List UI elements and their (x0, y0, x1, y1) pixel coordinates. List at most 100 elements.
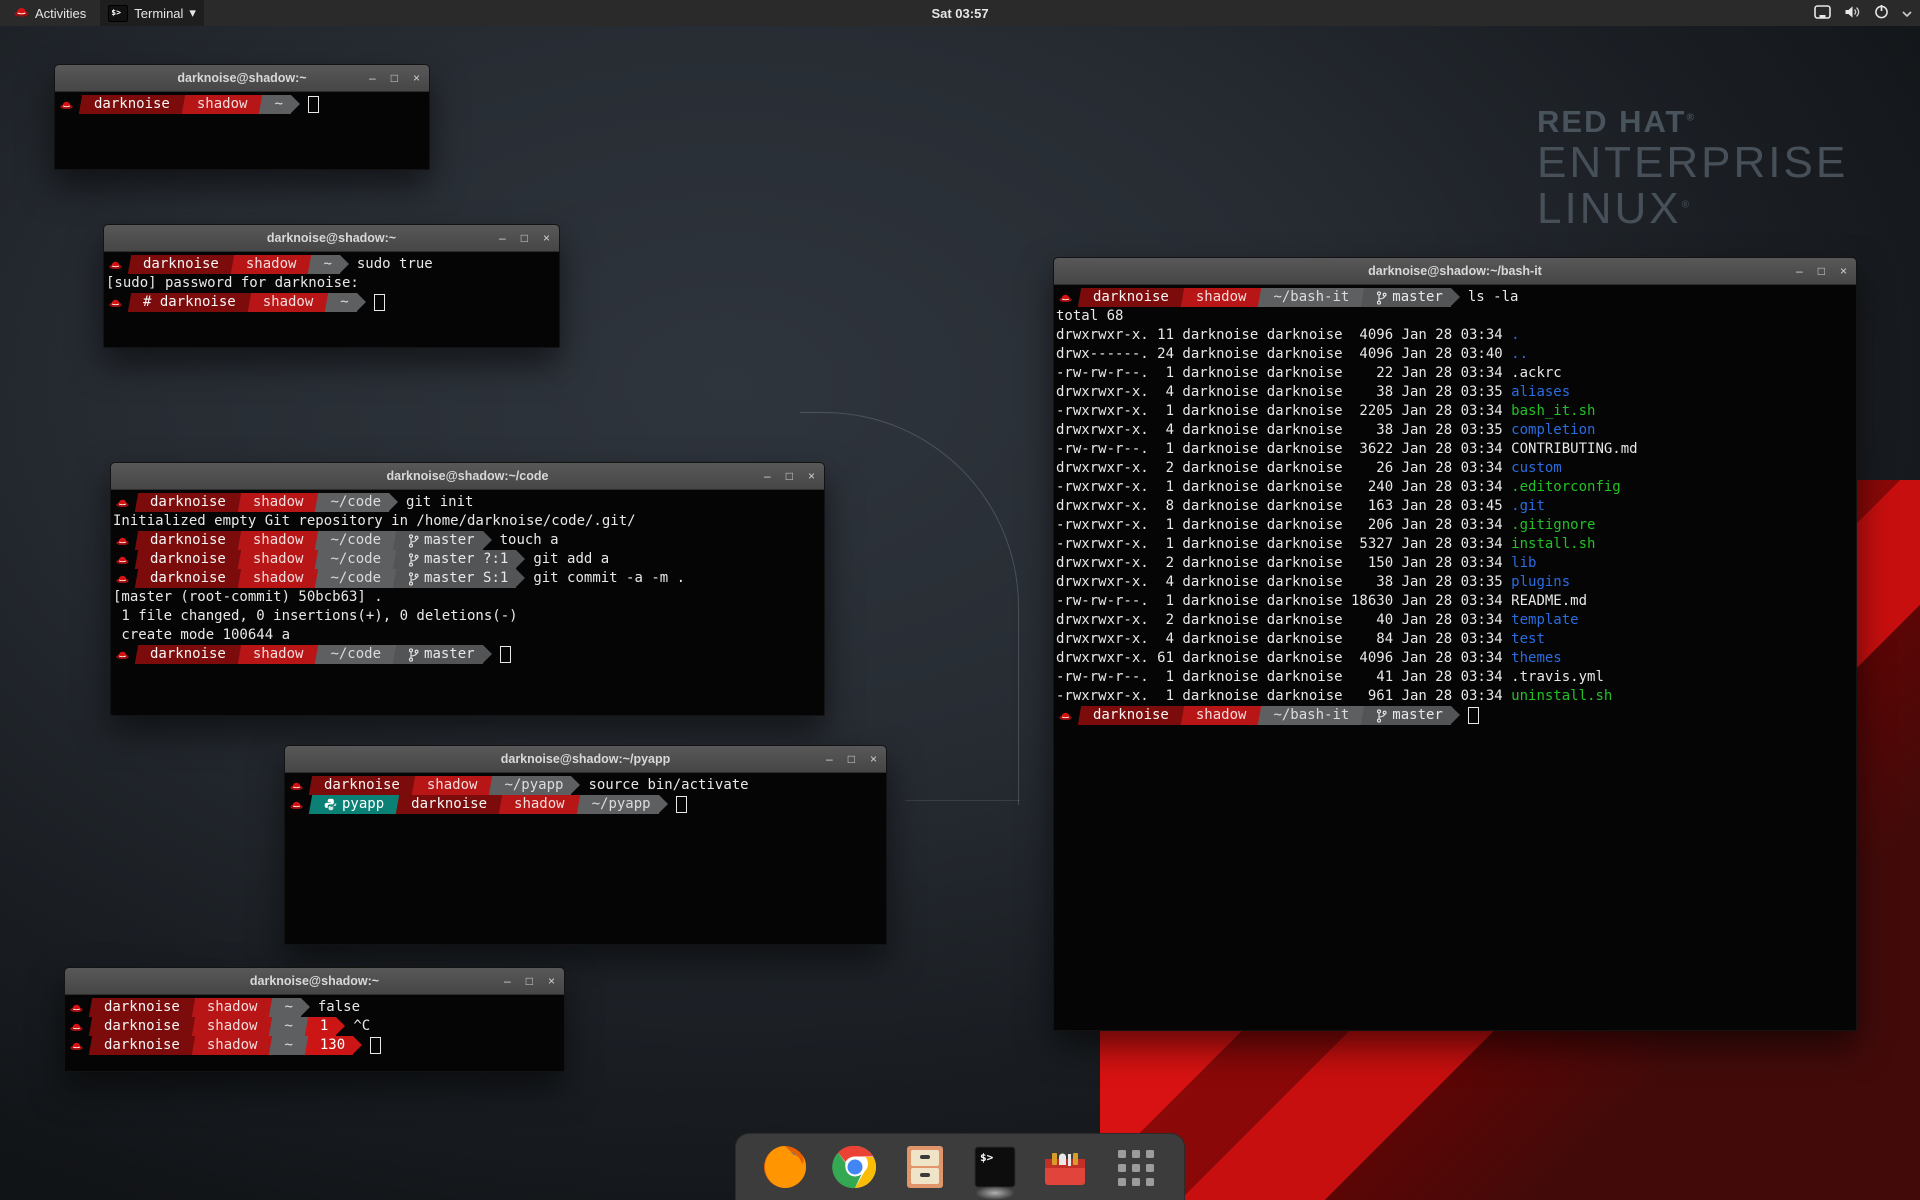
terminal-prompt-line: darknoiseshadow~130 (67, 1036, 562, 1055)
terminal-prompt-line: darknoiseshadow~/codegit init (113, 493, 822, 512)
prompt-segment-text: ~/code (330, 531, 381, 550)
redhat-hat-icon (70, 1022, 83, 1032)
maximize-button[interactable]: □ (1818, 265, 1825, 277)
close-button[interactable]: × (548, 975, 555, 987)
window-titlebar[interactable]: darknoise@shadow:~/code–□× (111, 463, 824, 490)
redhat-hat-icon (14, 6, 29, 17)
close-button[interactable]: × (413, 72, 420, 84)
terminal-screen[interactable]: darknoiseshadow~ (55, 92, 429, 170)
activities-button[interactable]: Activities (6, 0, 94, 26)
clock[interactable]: Sat 03:57 (931, 6, 988, 21)
window-title: darknoise@shadow:~ (104, 231, 559, 245)
powerline-arrow (1451, 706, 1460, 724)
prompt-segment-text: shadow (1196, 706, 1247, 725)
prompt-segment-text: ~/code (330, 550, 381, 569)
redhat-hat-icon (1059, 293, 1072, 303)
window-titlebar[interactable]: darknoise@shadow:~– □ × (104, 225, 559, 252)
close-button[interactable]: × (543, 232, 550, 244)
maximize-button[interactable]: □ (526, 975, 533, 987)
terminal-prompt-line: darknoiseshadow~/codemaster ?:1git add a (113, 550, 822, 569)
powerline-separator (265, 1017, 276, 1036)
close-button[interactable]: × (870, 753, 877, 765)
powerline-separator (311, 493, 322, 512)
top-bar: Activities $> Terminal ▾ Sat 03:57 (0, 0, 1920, 26)
prompt-segment-text: shadow (197, 95, 248, 114)
status-icons[interactable] (1814, 0, 1912, 26)
terminal-prompt-line: darknoiseshadow~/codemaster S:1git commi… (113, 569, 822, 588)
terminal-screen[interactable]: darknoiseshadow~/bash-itmasterls -latota… (1054, 285, 1856, 1031)
chevron-down-icon: ▾ (189, 5, 196, 21)
terminal-output-line: total 68 (1056, 307, 1854, 326)
executable-name: .editorconfig (1511, 479, 1621, 495)
maximize-button[interactable]: □ (786, 470, 793, 482)
prompt-segment-text: ~/pyapp (504, 776, 563, 795)
powerline-arrow (483, 645, 492, 663)
window-titlebar[interactable]: darknoise@shadow:~/bash-it–□× (1054, 258, 1856, 285)
command-text: git init (406, 493, 473, 512)
minimize-button[interactable]: – (764, 470, 771, 482)
terminal-output-line: -rwxrwxr-x. 1 darknoise darknoise 5327 J… (1056, 535, 1854, 554)
active-app-indicator (975, 1186, 1015, 1200)
prompt-segment-host: shadow (245, 531, 312, 550)
window-titlebar[interactable]: darknoise@shadow:~/pyapp–□× (285, 746, 886, 773)
terminal-output-line: -rw-rw-r--. 1 darknoise darknoise 18630 … (1056, 592, 1854, 611)
terminal-screen[interactable]: darknoiseshadow~sudo true[sudo] password… (104, 252, 559, 348)
maximize-button[interactable]: □ (521, 232, 528, 244)
output-text: -rw-rw-r--. 1 darknoise darknoise 18630 … (1056, 593, 1511, 609)
file-name: CONTRIBUTING.md (1511, 441, 1637, 457)
minimize-button[interactable]: – (826, 753, 833, 765)
powerline-separator (234, 569, 245, 588)
desktop[interactable]: RED HAT® ENTERPRISE LINUX® darknoise@sha… (0, 0, 1920, 1200)
redhat-hat-icon (116, 555, 129, 565)
prompt-segment-venv: pyapp (316, 795, 392, 814)
prompt-segment-text: 130 (320, 1036, 345, 1055)
maximize-button[interactable]: □ (848, 753, 855, 765)
window-titlebar[interactable]: darknoise@shadow:~–□× (65, 968, 564, 995)
prompt-segment-user: darknoise (142, 550, 234, 569)
prompt-segment-text: shadow (207, 1036, 258, 1055)
terminal-cursor (374, 294, 385, 311)
prompt-segment-user: darknoise (142, 531, 234, 550)
terminal-cursor (370, 1037, 381, 1054)
close-button[interactable]: × (808, 470, 815, 482)
window-titlebar[interactable]: darknoise@shadow:~–□× (55, 65, 429, 92)
prompt-segment-text: ~/bash-it (1273, 706, 1349, 725)
terminal-mini-icon: $> (108, 5, 128, 22)
terminal-cursor (308, 96, 319, 113)
terminal-screen[interactable]: darknoiseshadow~/pyappsource bin/activat… (285, 773, 886, 945)
dock-item-app-grid[interactable] (1112, 1144, 1158, 1190)
terminal-prompt-line: # darknoiseshadow~ (106, 293, 557, 312)
terminal-prompt-line: darknoiseshadow~ (57, 95, 427, 114)
redhat-hat-icon (290, 800, 303, 810)
terminal-screen[interactable]: darknoiseshadow~/codegit initInitialized… (111, 490, 824, 716)
power-icon (1874, 4, 1889, 19)
dock-item-terminal[interactable]: $> (972, 1144, 1018, 1190)
terminal-output-line: -rw-rw-r--. 1 darknoise darknoise 22 Jan… (1056, 364, 1854, 383)
terminal-output-line: -rwxrwxr-x. 1 darknoise darknoise 961 Ja… (1056, 687, 1854, 706)
dock-item-files[interactable] (902, 1144, 948, 1190)
minimize-button[interactable]: – (504, 975, 511, 987)
app-menu-terminal[interactable]: $> Terminal ▾ (100, 0, 204, 26)
output-text: total 68 (1056, 308, 1123, 324)
dock-item-chrome[interactable] (832, 1144, 878, 1190)
minimize-button[interactable]: – (499, 232, 506, 244)
terminal-screen[interactable]: darknoiseshadow~falsedarknoiseshadow~1^C… (65, 995, 564, 1072)
powerline-separator (485, 776, 496, 795)
powerline-separator (305, 795, 316, 814)
powerline-separator (311, 569, 322, 588)
prompt-segment-user: darknoise (1085, 706, 1177, 725)
command-text: git add a (533, 550, 609, 569)
redhat-hat-icon (1059, 711, 1072, 721)
close-button[interactable]: × (1840, 265, 1847, 277)
terminal-window-pyapp: darknoise@shadow:~/pyapp–□×darknoiseshad… (284, 745, 887, 945)
minimize-button[interactable]: – (1796, 265, 1803, 277)
maximize-button[interactable]: □ (391, 72, 398, 84)
minimize-button[interactable]: – (369, 72, 376, 84)
prompt-segment-user: darknoise (96, 998, 188, 1017)
wordmark-redhat: RED HAT® (1537, 104, 1848, 140)
dock-item-toolbox[interactable] (1042, 1144, 1088, 1190)
dock-item-firefox[interactable] (762, 1144, 808, 1190)
redhat-hat-icon (70, 1003, 83, 1013)
output-text: drwx------. 24 darknoise darknoise 4096 … (1056, 346, 1511, 362)
prompt-segment-path: ~/bash-it (1265, 288, 1357, 307)
